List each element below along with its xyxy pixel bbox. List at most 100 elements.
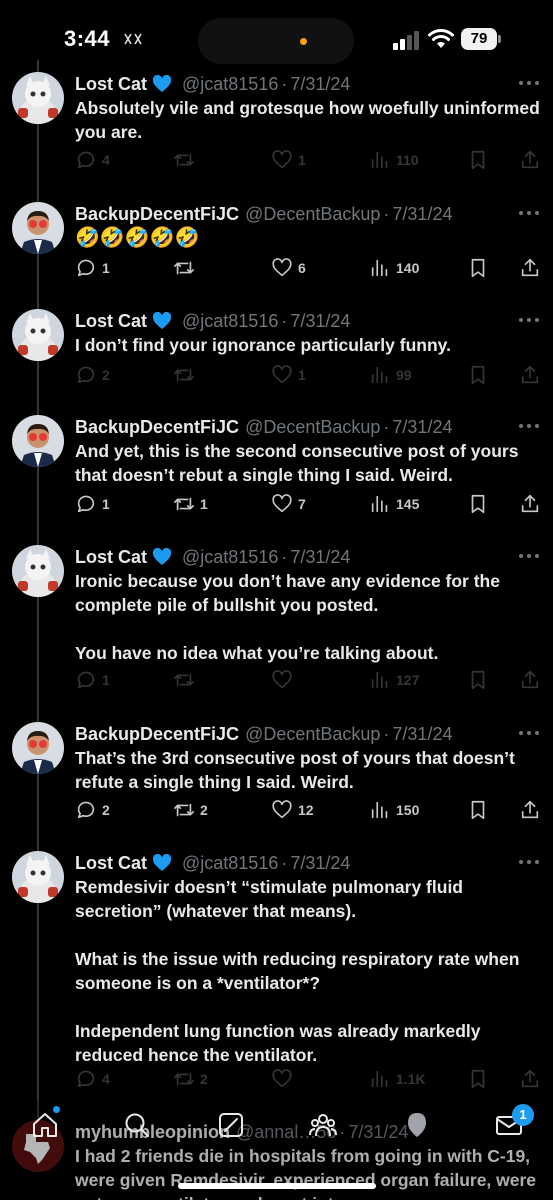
like-button[interactable]: 12	[271, 798, 314, 822]
author-name[interactable]: Lost Cat	[75, 853, 147, 873]
views-button[interactable]: 140	[369, 256, 419, 280]
reply-button[interactable]: 1	[75, 492, 110, 516]
repost-button[interactable]: 2	[173, 798, 208, 822]
more-options-icon[interactable]	[518, 553, 540, 559]
views-button[interactable]: 110	[369, 148, 419, 172]
author-name[interactable]: Lost Cat	[75, 547, 147, 567]
reply-button[interactable]: 1	[75, 668, 110, 692]
repost-button[interactable]	[173, 363, 200, 387]
author-name[interactable]: Lost Cat	[75, 311, 147, 331]
post-header: BackupDecentFiJC @DecentBackup · 7/31/24	[75, 202, 452, 226]
bookmark-button[interactable]	[467, 1067, 489, 1091]
battery-indicator: 79	[461, 28, 501, 50]
views-button[interactable]: 99	[369, 363, 412, 387]
more-options-icon[interactable]	[518, 210, 540, 216]
post-paragraph: I don’t find your ignorance particularly…	[75, 335, 451, 355]
share-button[interactable]	[519, 668, 541, 692]
reply-button[interactable]: 1	[75, 256, 110, 280]
author-handle[interactable]: @jcat81516	[182, 853, 278, 873]
backup-avatar[interactable]	[12, 415, 64, 467]
heart-icon	[272, 258, 292, 277]
like-button[interactable]: 7	[271, 492, 306, 516]
more-options-icon[interactable]	[518, 859, 540, 865]
like-button[interactable]: 6	[271, 256, 306, 280]
backup-avatar[interactable]	[12, 202, 64, 254]
like-count: 1	[298, 367, 306, 383]
repost-button[interactable]	[173, 148, 200, 172]
views-button[interactable]: 1.1K	[369, 1067, 426, 1091]
like-button[interactable]	[271, 668, 298, 692]
bookmark-button[interactable]	[467, 256, 489, 280]
search-icon	[125, 1113, 149, 1137]
more-options-icon[interactable]	[518, 730, 540, 736]
post-date[interactable]: 7/31/24	[290, 74, 350, 94]
repost-button[interactable]	[173, 256, 200, 280]
more-options-icon[interactable]	[518, 423, 540, 429]
view-count: 145	[396, 496, 420, 512]
author-name[interactable]: BackupDecentFiJC	[75, 204, 239, 224]
share-button[interactable]	[519, 798, 541, 822]
heart-icon	[272, 800, 292, 819]
share-button[interactable]	[519, 1067, 541, 1091]
bookmark-icon	[471, 365, 485, 385]
post-text: Remdesivir doesn’t “stimulate pulmonary …	[75, 875, 545, 1067]
post-date[interactable]: 7/31/24	[290, 853, 350, 873]
repost-button[interactable]: 2	[173, 1067, 208, 1091]
repost-button[interactable]: 1	[173, 492, 208, 516]
author-handle[interactable]: @DecentBackup	[245, 417, 380, 437]
reply-button[interactable]: 4	[75, 148, 110, 172]
nav-grok[interactable]	[216, 1110, 246, 1140]
like-button[interactable]	[271, 1067, 298, 1091]
views-button[interactable]: 145	[369, 492, 419, 516]
reply-button[interactable]: 4	[75, 1067, 110, 1091]
nav-spaces[interactable]	[402, 1110, 432, 1140]
bookmark-button[interactable]	[467, 363, 489, 387]
view-count: 140	[396, 260, 420, 276]
author-name[interactable]: BackupDecentFiJC	[75, 724, 239, 744]
nav-home[interactable]	[30, 1110, 60, 1140]
repost-icon	[174, 497, 194, 511]
author-handle[interactable]: @jcat81516	[182, 74, 278, 94]
post-date[interactable]: 7/31/24	[290, 547, 350, 567]
like-count: 6	[298, 260, 306, 276]
views-button[interactable]: 150	[369, 798, 419, 822]
nav-search[interactable]	[122, 1110, 152, 1140]
lost-cat-avatar[interactable]	[12, 851, 64, 903]
backup-avatar[interactable]	[12, 722, 64, 774]
home-indicator[interactable]	[178, 1183, 376, 1189]
reply-button[interactable]: 2	[75, 798, 110, 822]
share-button[interactable]	[519, 148, 541, 172]
author-name[interactable]: BackupDecentFiJC	[75, 417, 239, 437]
post-text: Ironic because you don’t have any eviden…	[75, 569, 545, 665]
lost-cat-avatar[interactable]	[12, 309, 64, 361]
blue-heart-icon	[152, 548, 172, 565]
post-date[interactable]: 7/31/24	[392, 204, 452, 224]
post-date[interactable]: 7/31/24	[392, 724, 452, 744]
bookmark-button[interactable]	[467, 668, 489, 692]
author-handle[interactable]: @jcat81516	[182, 547, 278, 567]
post-date[interactable]: 7/31/24	[392, 417, 452, 437]
views-button[interactable]: 127	[369, 668, 419, 692]
author-handle[interactable]: @jcat81516	[182, 311, 278, 331]
bookmark-button[interactable]	[467, 492, 489, 516]
repost-button[interactable]	[173, 668, 200, 692]
author-handle[interactable]: @DecentBackup	[245, 204, 380, 224]
bookmark-button[interactable]	[467, 148, 489, 172]
reply-button[interactable]: 2	[75, 363, 110, 387]
share-button[interactable]	[519, 363, 541, 387]
lost-cat-avatar[interactable]	[12, 72, 64, 124]
view-count: 150	[396, 802, 420, 818]
share-button[interactable]	[519, 492, 541, 516]
share-button[interactable]	[519, 256, 541, 280]
author-handle[interactable]: @DecentBackup	[245, 724, 380, 744]
post-date[interactable]: 7/31/24	[290, 311, 350, 331]
more-options-icon[interactable]	[518, 80, 540, 86]
lost-cat-avatar[interactable]	[12, 545, 64, 597]
like-button[interactable]: 1	[271, 148, 306, 172]
bookmark-icon	[471, 670, 485, 690]
bookmark-button[interactable]	[467, 798, 489, 822]
more-options-icon[interactable]	[518, 317, 540, 323]
nav-communities[interactable]	[308, 1110, 338, 1140]
like-button[interactable]: 1	[271, 363, 306, 387]
author-name[interactable]: Lost Cat	[75, 74, 147, 94]
